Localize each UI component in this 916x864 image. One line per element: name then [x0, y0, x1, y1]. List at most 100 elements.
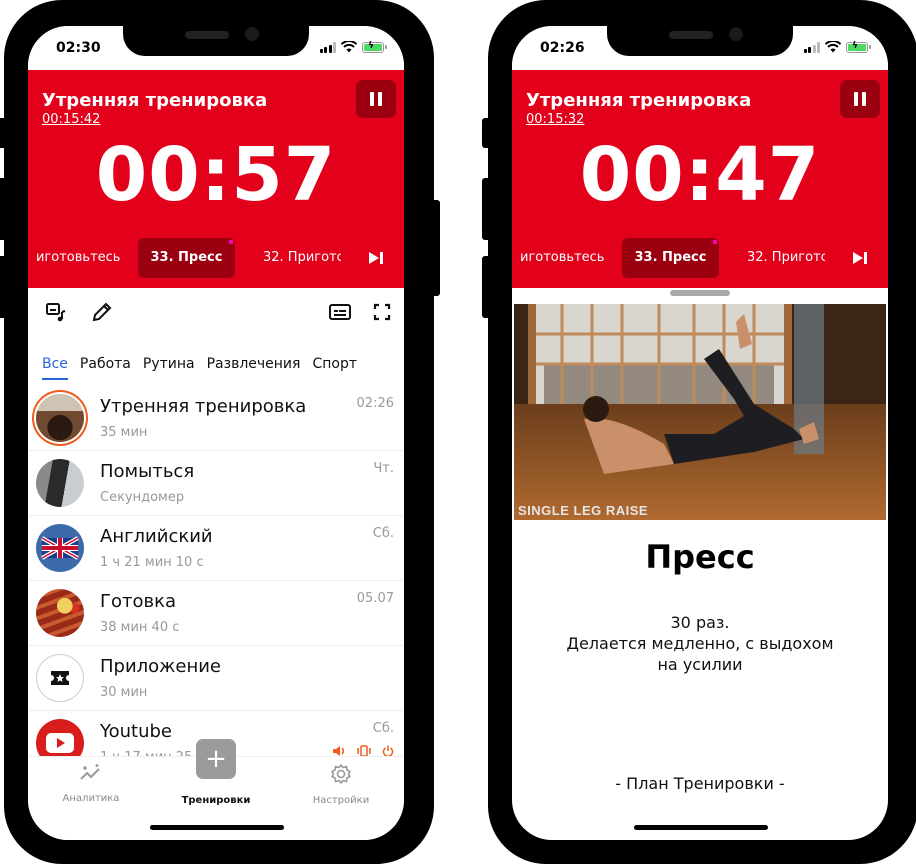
- subtitles-icon[interactable]: [328, 300, 352, 324]
- media-music-icon[interactable]: [44, 300, 68, 324]
- list-item[interactable]: Помыться Секундомер Чт.: [28, 451, 404, 516]
- tab-all[interactable]: Все: [42, 344, 68, 384]
- steps-carousel[interactable]: иготовьтесь 33. Пресс 32. Приготс: [28, 238, 404, 278]
- workout-total-time[interactable]: 00:15:42: [42, 112, 100, 127]
- home-indicator[interactable]: [150, 825, 284, 830]
- exercise-name: Пресс: [645, 538, 755, 576]
- workout-header: Утренняя тренировка 00:15:32 00:47 игото…: [512, 70, 888, 288]
- step-marker: [713, 240, 717, 244]
- item-time: Сб.: [372, 526, 394, 541]
- step-current[interactable]: 33. Пресс: [622, 238, 719, 278]
- tab-work[interactable]: Работа: [80, 344, 131, 384]
- item-subtitle: 35 мин: [100, 425, 148, 440]
- item-time: Чт.: [373, 461, 394, 476]
- tab-sport[interactable]: Спорт: [312, 344, 357, 384]
- avatar: [36, 459, 84, 507]
- item-name: Готовка: [100, 591, 176, 612]
- nav-workouts-label: Тренировки: [181, 795, 251, 806]
- workout-total-time[interactable]: 00:15:32: [526, 112, 584, 127]
- nav-settings[interactable]: Настройки: [286, 763, 396, 806]
- tab-entertainment[interactable]: Развлечения: [207, 344, 301, 384]
- signal-icon: [319, 41, 336, 53]
- avatar: [36, 719, 84, 756]
- wifi-icon: [825, 41, 841, 53]
- list-item[interactable]: Готовка 38 мин 40 с 05.07: [28, 581, 404, 646]
- exercise-image: SINGLE LEG RAISE: [514, 304, 886, 520]
- analytics-sparkle-icon: [80, 764, 100, 780]
- pause-icon: [370, 92, 374, 106]
- home-indicator[interactable]: [634, 825, 768, 830]
- signal-icon: [803, 41, 820, 53]
- screen: 02:26 ϟ Утренняя тренировка 00:15:32 00:…: [512, 26, 888, 840]
- fullscreen-icon[interactable]: [370, 300, 394, 324]
- screen: 02:30 ϟ Утренняя тренировка 00:15:42 00:…: [28, 26, 404, 840]
- skip-next-button[interactable]: [852, 250, 870, 266]
- volume-down-button: [482, 256, 492, 318]
- uk-flag-icon: [41, 536, 79, 560]
- gear-icon: [331, 764, 351, 784]
- list-item[interactable]: Утренняя тренировка 35 мин 02:26: [28, 386, 404, 451]
- nav-settings-label: Настройки: [312, 795, 370, 806]
- power-button: [430, 200, 440, 296]
- power-icon: [382, 745, 394, 756]
- pencil-icon[interactable]: [90, 300, 114, 324]
- avatar: [36, 589, 84, 637]
- item-name: Английский: [100, 526, 213, 547]
- nav-analytics-label: Аналитика: [62, 793, 120, 804]
- toolbar: [28, 288, 404, 340]
- status-time: 02:26: [540, 40, 585, 56]
- steps-carousel[interactable]: иготовьтесь 33. Пресс 32. Приготс: [512, 238, 888, 278]
- step-next[interactable]: 32. Приготс: [747, 238, 825, 278]
- skip-next-icon: [853, 252, 867, 264]
- workout-header: Утренняя тренировка 00:15:42 00:57 игото…: [28, 70, 404, 288]
- mute-switch: [0, 118, 8, 148]
- avatar: [36, 654, 84, 702]
- exercise-instruction-line2: на усилии: [657, 655, 743, 674]
- sheet-drag-handle[interactable]: [670, 290, 730, 296]
- pause-button[interactable]: [840, 80, 880, 118]
- category-tabs: Все Работа Рутина Развлечения Спорт: [28, 344, 404, 384]
- tab-routine[interactable]: Рутина: [143, 344, 195, 384]
- exercise-description: 30 раз. Делается медленно, с выдохом на …: [532, 612, 868, 675]
- item-time: 05.07: [356, 591, 394, 606]
- list-item[interactable]: Английский 1 ч 21 мин 10 с Сб.: [28, 516, 404, 581]
- step-previous[interactable]: иготовьтесь: [36, 238, 132, 278]
- skip-next-button[interactable]: [368, 250, 386, 266]
- step-previous[interactable]: иготовьтесь: [520, 238, 616, 278]
- notch: [607, 26, 793, 56]
- item-subtitle: 38 мин 40 с: [100, 620, 180, 635]
- youtube-icon: [46, 733, 74, 753]
- pause-button[interactable]: [356, 80, 396, 118]
- step-next[interactable]: 32. Приготс: [263, 238, 341, 278]
- skip-next-icon: [369, 252, 383, 264]
- wifi-icon: [341, 41, 357, 53]
- sound-icon: [333, 746, 345, 756]
- nav-workouts[interactable]: Тренировки: [161, 763, 271, 806]
- phone-frame-left: 02:30 ϟ Утренняя тренировка 00:15:42 00:…: [0, 0, 440, 864]
- avatar: [36, 524, 84, 572]
- step-current-label: 33. Пресс: [150, 250, 223, 265]
- item-name: Приложение: [100, 656, 222, 677]
- countdown-timer: 00:47: [579, 132, 821, 218]
- item-subtitle: Секундомер: [100, 490, 185, 505]
- mute-switch: [482, 118, 492, 148]
- workout-title: Утренняя тренировка: [526, 90, 752, 111]
- countdown-timer: 00:57: [95, 132, 337, 218]
- step-current[interactable]: 33. Пресс: [138, 238, 235, 278]
- nav-analytics[interactable]: Аналитика: [36, 763, 146, 804]
- item-name: Помыться: [100, 461, 195, 482]
- image-caption: SINGLE LEG RAISE: [518, 503, 649, 518]
- volume-down-button: [0, 256, 8, 318]
- item-time: 02:26: [356, 396, 394, 411]
- item-subtitle: 30 мин: [100, 685, 148, 700]
- step-marker: [229, 240, 233, 244]
- workout-title: Утренняя тренировка: [42, 90, 268, 111]
- item-time: Сб.: [372, 721, 394, 736]
- exercise-reps: 30 раз.: [670, 613, 730, 632]
- exercise-instruction-line1: Делается медленно, с выдохом: [566, 634, 834, 653]
- list-item[interactable]: Приложение 30 мин: [28, 646, 404, 711]
- item-name: Youtube: [100, 721, 172, 742]
- pause-icon: [854, 92, 858, 106]
- item-name: Утренняя тренировка: [100, 396, 307, 417]
- volume-up-button: [482, 178, 492, 240]
